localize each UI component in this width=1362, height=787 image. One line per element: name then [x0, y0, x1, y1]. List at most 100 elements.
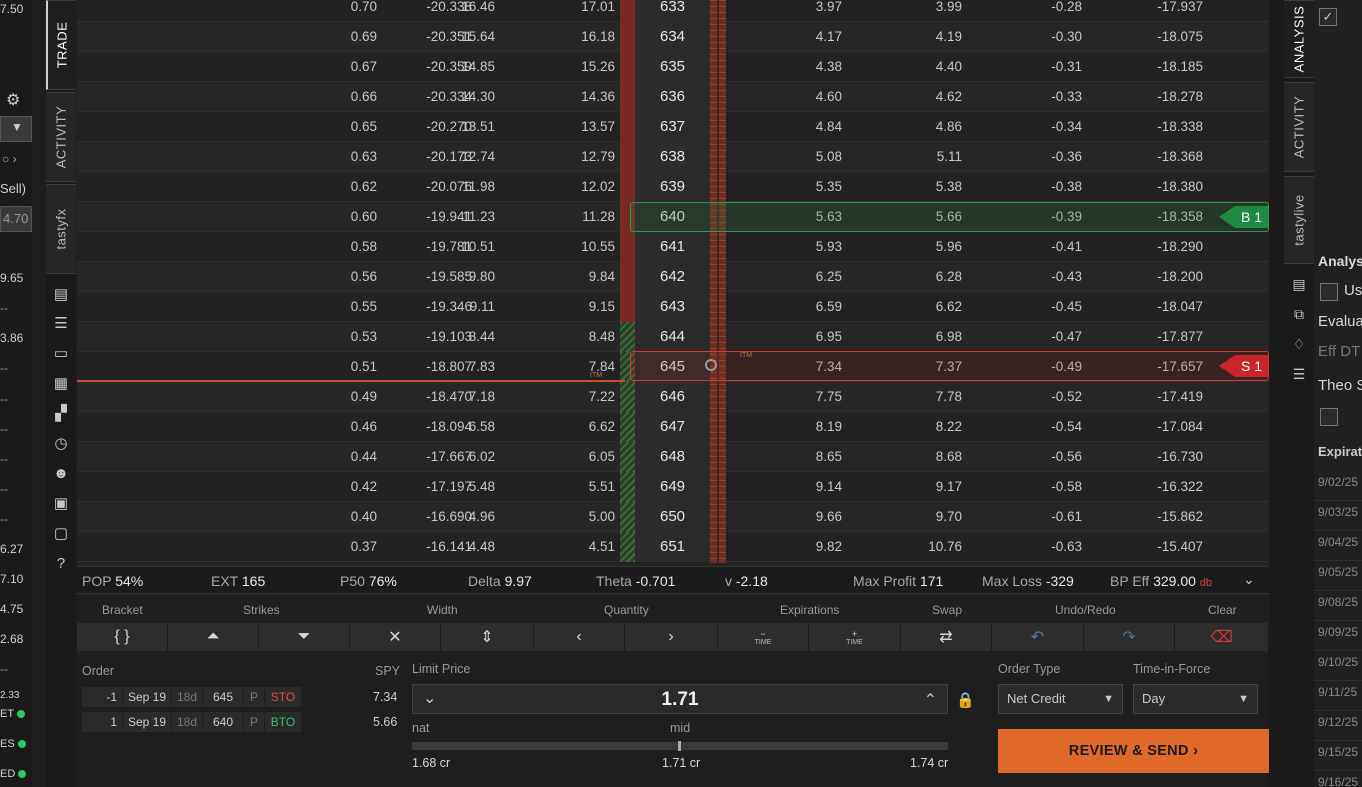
- chain-cell-c5[interactable]: 4.17: [752, 22, 842, 52]
- chain-cell-c7[interactable]: -0.43: [992, 262, 1082, 292]
- leg-strike[interactable]: 640: [203, 712, 243, 732]
- chain-cell-c8[interactable]: -18.278: [1113, 82, 1203, 112]
- order-leg-row[interactable]: 1 Sep 19 18d 640 P BTO: [82, 712, 302, 732]
- chain-row[interactable]: -19.103 0.53 8.44 8.48 6.95 6.98 -0.47 -17.877 6…: [77, 322, 1269, 352]
- chain-row[interactable]: -17.197 0.42 5.48 5.51 9.14 9.17 -0.58 -16.322 6…: [77, 472, 1269, 502]
- document-icon[interactable]: ▤: [1290, 275, 1308, 293]
- list-icon[interactable]: ☰: [1290, 365, 1308, 383]
- strike-cell[interactable]: 633: [635, 0, 710, 22]
- expand-chevron-icon[interactable]: ⌄: [1243, 571, 1255, 588]
- chain-cell-c8[interactable]: -17.877: [1113, 322, 1203, 352]
- chain-cell-c8[interactable]: -18.338: [1113, 112, 1203, 142]
- chain-cell-c7[interactable]: -0.31: [992, 52, 1082, 82]
- chain-cell-c7[interactable]: -0.54: [992, 412, 1082, 442]
- chain-cell-c8[interactable]: -18.290: [1113, 232, 1203, 262]
- expiration-earlier-button[interactable]: − TIME: [718, 623, 809, 651]
- strike-cell[interactable]: 644: [635, 322, 710, 352]
- chain-cell-c6[interactable]: 6.28: [872, 262, 962, 292]
- strike-cell[interactable]: 647: [635, 412, 710, 442]
- chain-cell-c6[interactable]: 3.99: [872, 0, 962, 22]
- chain-cell-c7[interactable]: -0.30: [992, 22, 1082, 52]
- chain-cell-c6[interactable]: 5.96: [872, 232, 962, 262]
- quantity-increase-button[interactable]: ›: [625, 623, 718, 651]
- chain-cell-c8[interactable]: -18.368: [1113, 142, 1203, 172]
- expiration-later-button[interactable]: + TIME: [809, 623, 901, 651]
- leg-type[interactable]: P: [244, 712, 264, 732]
- chain-cell-c6[interactable]: 9.17: [872, 472, 962, 502]
- tab-trade[interactable]: TRADE: [46, 0, 76, 90]
- strike-cell[interactable]: 636: [635, 82, 710, 112]
- leg-expiration[interactable]: Sep 19: [123, 712, 171, 732]
- review-send-button[interactable]: REVIEW & SEND ›: [998, 729, 1269, 773]
- expiration-date[interactable]: 9/10/25: [1318, 655, 1358, 669]
- chain-row[interactable]: -20.173 0.63 12.74 12.79 5.08 5.11 -0.36 -18.36…: [77, 142, 1269, 172]
- chain-cell-c7[interactable]: -0.47: [992, 322, 1082, 352]
- chain-cell-c5[interactable]: 9.14: [752, 472, 842, 502]
- slider-handle[interactable]: [678, 741, 681, 751]
- history-icon[interactable]: ◷: [52, 434, 70, 452]
- chain-cell-c7[interactable]: -0.52: [992, 382, 1082, 412]
- bracket-button[interactable]: { }: [77, 623, 168, 651]
- chain-cell-c5[interactable]: 6.25: [752, 262, 842, 292]
- chain-cell-c7[interactable]: -0.34: [992, 112, 1082, 142]
- undo-button[interactable]: ↶: [992, 623, 1084, 651]
- expiration-date[interactable]: 9/16/25: [1318, 775, 1358, 787]
- chain-cell-c7[interactable]: -0.41: [992, 232, 1082, 262]
- chain-row[interactable]: -17.667 0.44 6.02 6.05 8.65 8.68 -0.56 -16.730 6…: [77, 442, 1269, 472]
- expiration-date[interactable]: 9/15/25: [1318, 745, 1358, 759]
- chain-row[interactable]: -16.141 0.37 4.48 4.51 9.82 10.76 -0.63 -15.407…: [77, 532, 1269, 562]
- chain-cell-c6[interactable]: 8.22: [872, 412, 962, 442]
- chain-cell-c5[interactable]: 8.19: [752, 412, 842, 442]
- strike-cell[interactable]: 650: [635, 502, 710, 532]
- calendar-icon[interactable]: ▣: [52, 494, 70, 512]
- expiration-date[interactable]: 9/03/25: [1318, 505, 1358, 519]
- chain-row[interactable]: -16.690 0.40 4.96 5.00 9.66 9.70 -0.61 -15.862 6…: [77, 502, 1269, 532]
- strike-cell[interactable]: 648: [635, 442, 710, 472]
- chain-cell-c7[interactable]: -0.36: [992, 142, 1082, 172]
- strikes-down-button[interactable]: ⏷: [259, 623, 350, 651]
- chain-row[interactable]: -19.585 0.56 9.80 9.84 6.25 6.28 -0.43 -18.200 6…: [77, 262, 1269, 292]
- chain-cell-c7[interactable]: -0.45: [992, 292, 1082, 322]
- chain-cell-c6[interactable]: 4.19: [872, 22, 962, 52]
- chain-cell-c8[interactable]: -17.937: [1113, 0, 1203, 22]
- chain-row[interactable]: -20.076 0.62 11.98 12.02 5.35 5.38 -0.38 -18.38…: [77, 172, 1269, 202]
- expiration-date[interactable]: 9/02/25: [1318, 475, 1358, 489]
- chain-cell-c6[interactable]: 9.70: [872, 502, 962, 532]
- order-leg-row[interactable]: -1 Sep 19 18d 645 P STO: [82, 687, 302, 707]
- toggle-icon[interactable]: [705, 359, 717, 371]
- tab-right-activity[interactable]: ACTIVITY: [1284, 82, 1314, 172]
- expiration-date[interactable]: 9/04/25: [1318, 535, 1358, 549]
- buy-leg-tag[interactable]: B 1: [1218, 206, 1268, 228]
- swap-button[interactable]: ⇄: [901, 623, 992, 651]
- leg-strike[interactable]: 645: [203, 687, 243, 707]
- chain-row[interactable]: -20.351 0.69 15.64 16.18 4.17 4.19 -0.30 -18.07…: [77, 22, 1269, 52]
- chain-cell-c7[interactable]: -0.28: [992, 0, 1082, 22]
- chain-cell-c6[interactable]: 4.40: [872, 52, 962, 82]
- strike-cell[interactable]: 634: [635, 22, 710, 52]
- chain-cell-c8[interactable]: -15.862: [1113, 502, 1203, 532]
- width-narrow-button[interactable]: ✕: [350, 623, 441, 651]
- leg-action[interactable]: STO: [265, 687, 301, 707]
- bell-icon[interactable]: ♢: [1290, 335, 1308, 353]
- chain-cell-c8[interactable]: -15.407: [1113, 532, 1203, 562]
- chain-row[interactable]: -18.094 0.46 6.58 6.62 8.19 8.22 -0.54 -17.084 6…: [77, 412, 1269, 442]
- strikes-up-button[interactable]: ⏶: [168, 623, 259, 651]
- expiration-date[interactable]: 9/09/25: [1318, 625, 1358, 639]
- chain-cell-c6[interactable]: 10.76: [872, 532, 962, 562]
- chain-cell-c5[interactable]: 6.59: [752, 292, 842, 322]
- chain-cell-c8[interactable]: -17.084: [1113, 412, 1203, 442]
- help-icon[interactable]: ?: [52, 554, 70, 572]
- chain-cell-c6[interactable]: 6.62: [872, 292, 962, 322]
- tab-activity[interactable]: ACTIVITY: [46, 92, 76, 182]
- strike-cell[interactable]: 638: [635, 142, 710, 172]
- note-icon[interactable]: ▢: [52, 524, 70, 542]
- expiration-date[interactable]: 9/12/25: [1318, 715, 1358, 729]
- strike-cell[interactable]: 637: [635, 112, 710, 142]
- left-dropdown[interactable]: ▼: [0, 116, 32, 142]
- grid-chart-icon[interactable]: ▦: [52, 374, 70, 392]
- chain-cell-c7[interactable]: -0.58: [992, 472, 1082, 502]
- chain-cell-c8[interactable]: -16.730: [1113, 442, 1203, 472]
- chain-cell-c8[interactable]: -18.380: [1113, 172, 1203, 202]
- strike-cell[interactable]: 635: [635, 52, 710, 82]
- tiles-icon[interactable]: ▞: [52, 404, 70, 422]
